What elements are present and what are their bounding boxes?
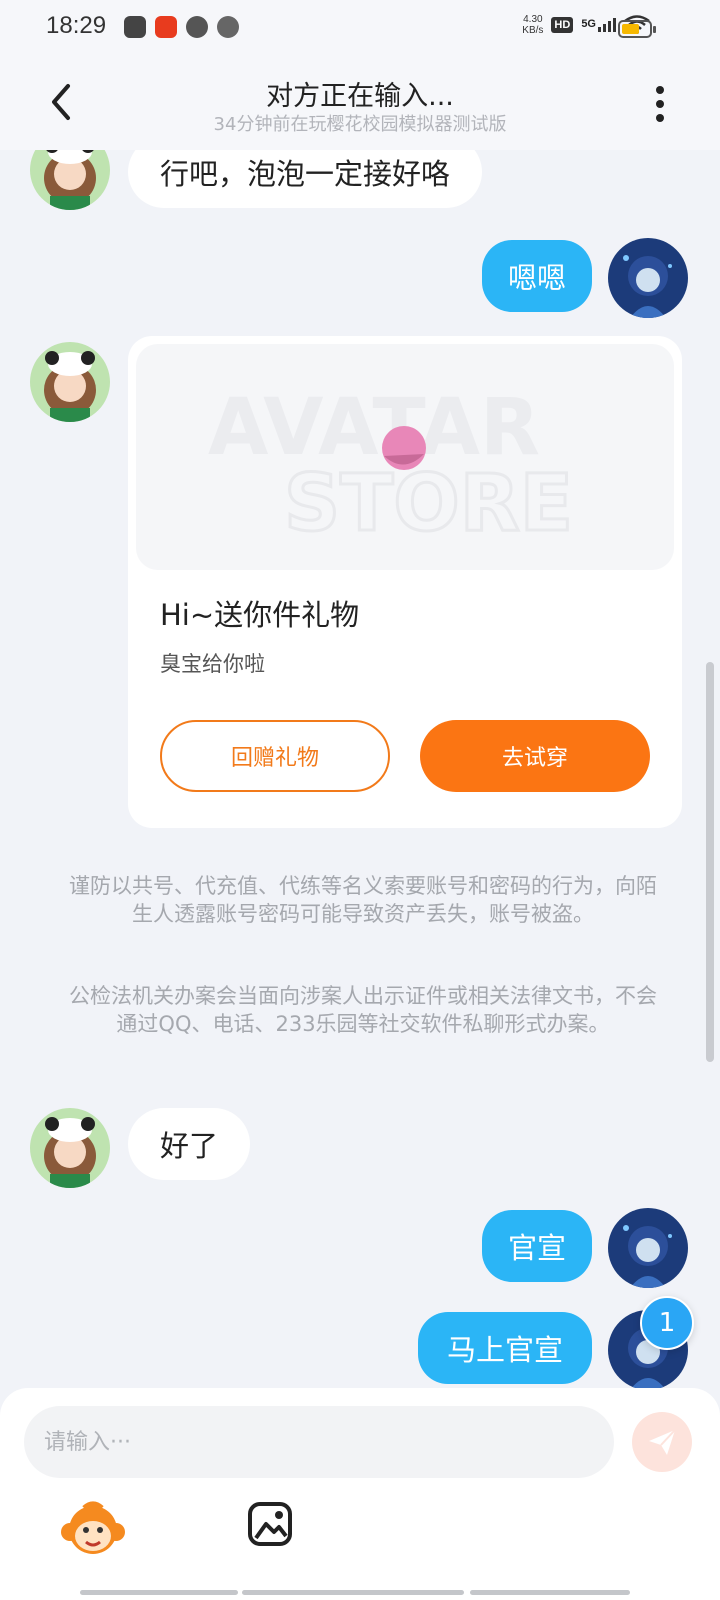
chat-header: 对方正在输入... 34分钟前在玩樱花校园模拟器测试版 <box>0 58 720 150</box>
send-button[interactable] <box>632 1412 692 1472</box>
new-message-badge[interactable]: 1 <box>640 1296 694 1350</box>
self-avatar-image <box>608 238 688 318</box>
message-bubble-incoming[interactable]: 行吧，泡泡一定接好咯 <box>128 150 483 208</box>
safety-notice: 公检法机关办案会当面向涉案人出示证件或相关法律文书，不会通过QQ、电话、233乐… <box>69 984 657 1036</box>
avatar-contact[interactable] <box>30 1108 110 1188</box>
status-time: 18:29 <box>46 12 107 39</box>
more-vertical-icon <box>656 86 664 94</box>
message-bubble-outgoing[interactable]: 官宣 <box>482 1210 592 1282</box>
status-bar: 18:29 4.30 KB/s HD 5G <box>0 0 720 58</box>
message-text: 好了 <box>160 1129 219 1163</box>
chat-title: 对方正在输入... <box>266 81 454 112</box>
battery-level <box>622 24 639 34</box>
signal-icon: 5G <box>581 18 616 32</box>
monkey-emoji-icon <box>61 1501 125 1554</box>
nav-bar-segment <box>242 1590 464 1595</box>
image-picker-button[interactable] <box>246 1500 294 1548</box>
message-text: 行吧，泡泡一定接好咯 <box>160 157 451 191</box>
message-text: 官宣 <box>508 1231 567 1265</box>
hd-icon: HD <box>551 17 574 33</box>
battery-icon <box>618 20 656 38</box>
gift-description: 臭宝给你啦 <box>160 652 265 676</box>
send-icon <box>649 1429 676 1455</box>
safety-notice: 谨防以共号、代充值、代练等名义索要账号和密码的行为，向陌生人透露账号密码可能导致… <box>69 874 657 926</box>
message-bubble-outgoing[interactable]: 嗯嗯 <box>482 240 592 312</box>
message-input[interactable] <box>24 1406 614 1478</box>
svg-text:STORE: STORE <box>284 459 573 549</box>
input-panel <box>0 1388 720 1600</box>
message-list[interactable]: 行吧，泡泡一定接好咯 嗯嗯 AVATAR STORE Hi~送你件礼物 臭宝给你… <box>0 150 720 1388</box>
gift-title: Hi~送你件礼物 <box>160 598 360 632</box>
nav-bar-segment <box>470 1590 630 1595</box>
avatar-store-watermark: AVATAR STORE <box>208 383 575 551</box>
avatar-contact[interactable] <box>30 150 110 210</box>
avatar-contact[interactable] <box>30 342 110 422</box>
mail-app-icon <box>124 16 146 38</box>
gift-card[interactable]: AVATAR STORE Hi~送你件礼物 臭宝给你啦 回赠礼物 去试穿 <box>128 336 682 828</box>
message-bubble-outgoing[interactable]: 马上官宣 <box>418 1312 592 1384</box>
nav-bar-segment <box>80 1590 238 1595</box>
contact-avatar-image <box>30 150 110 210</box>
emoji-button[interactable] <box>60 1496 126 1562</box>
scrollbar[interactable] <box>706 662 714 1062</box>
message-text: 嗯嗯 <box>508 261 567 295</box>
network-speed: 4.30 KB/s <box>522 14 544 36</box>
more-options-button[interactable] <box>642 82 678 126</box>
game-app-icon <box>217 16 239 38</box>
message-text: 马上官宣 <box>446 1333 563 1367</box>
status-app-icons <box>124 16 239 38</box>
image-icon <box>248 1502 292 1546</box>
shopping-app-icon <box>155 16 177 38</box>
browser-app-icon <box>186 16 208 38</box>
return-gift-button[interactable]: 回赠礼物 <box>160 720 390 792</box>
avatar-self[interactable] <box>608 238 688 318</box>
message-bubble-incoming[interactable]: 好了 <box>128 1108 251 1180</box>
gift-preview-image: AVATAR STORE <box>136 344 674 570</box>
chat-subtitle: 34分钟前在玩樱花校园模拟器测试版 <box>213 114 507 135</box>
try-on-button[interactable]: 去试穿 <box>420 720 650 792</box>
avatar-self[interactable] <box>608 1208 688 1288</box>
